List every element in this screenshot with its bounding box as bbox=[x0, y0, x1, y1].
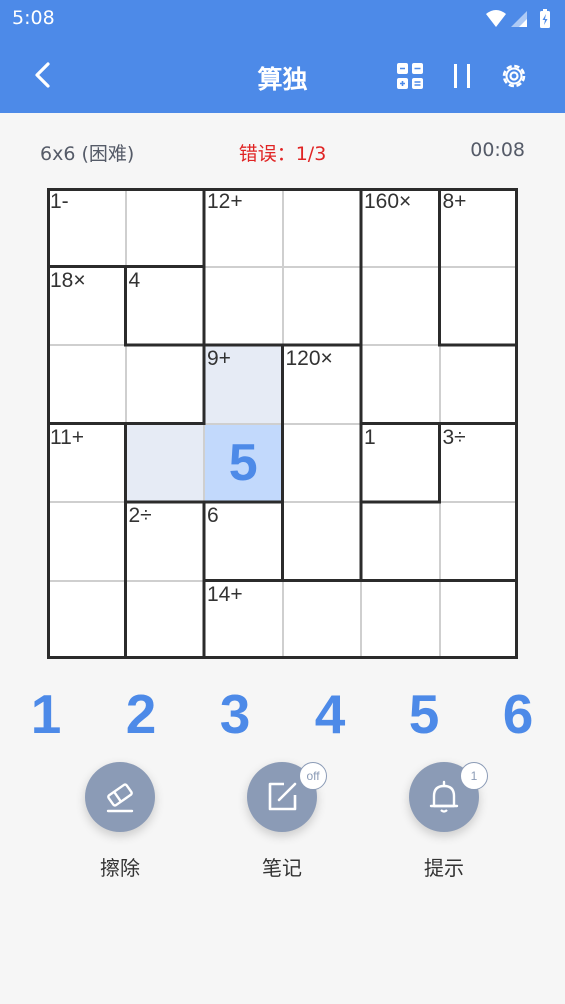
notes-status-badge: off bbox=[299, 762, 327, 790]
cage-clue: 4 bbox=[128, 268, 141, 292]
grid-cell[interactable] bbox=[361, 580, 440, 659]
grid-cell[interactable] bbox=[282, 502, 361, 581]
grid-cell[interactable] bbox=[282, 580, 361, 659]
pause-button[interactable] bbox=[445, 59, 479, 93]
cage-clue: 120× bbox=[285, 347, 333, 370]
grid-cell[interactable] bbox=[361, 345, 440, 424]
grid-cell[interactable]: 12+ bbox=[204, 188, 283, 267]
number-key-4[interactable]: 4 bbox=[300, 682, 360, 746]
notes-label: 笔记 bbox=[262, 856, 302, 880]
bell-icon bbox=[429, 780, 459, 813]
grid-cell[interactable]: 9+ bbox=[204, 345, 283, 424]
grid-cell[interactable]: 160× bbox=[361, 188, 440, 267]
cage-clue: 14+ bbox=[207, 582, 243, 606]
puzzle-grid: 1- 12+ 160× 8+ 18× 4 9+ 120× 11+ 5 1 3÷ 2÷ 6 14+ bbox=[47, 188, 518, 659]
status-icons bbox=[485, 8, 555, 34]
grid-cell[interactable] bbox=[361, 266, 440, 345]
hint-count-badge: 1 bbox=[460, 762, 488, 790]
cage-clue: 6 bbox=[207, 504, 219, 527]
cage-clue: 160× bbox=[364, 190, 412, 213]
grid-cell[interactable] bbox=[439, 266, 518, 345]
status-indicators-icon bbox=[486, 9, 550, 28]
number-key-5[interactable]: 5 bbox=[394, 682, 454, 746]
erase-button[interactable] bbox=[85, 762, 155, 832]
grid-cell[interactable] bbox=[125, 345, 204, 424]
cell-value: 5 bbox=[228, 433, 258, 492]
grid-cell[interactable]: 120× bbox=[282, 345, 361, 424]
cage-clue: 3÷ bbox=[442, 425, 466, 449]
grid-cell[interactable] bbox=[282, 266, 361, 345]
grid-cell[interactable]: 3÷ bbox=[439, 423, 518, 502]
grid-cell[interactable]: 11+ bbox=[47, 423, 126, 502]
number-key-6[interactable]: 6 bbox=[488, 682, 548, 746]
grid-cell[interactable] bbox=[282, 188, 361, 267]
grid-view-icon bbox=[397, 63, 423, 89]
cage-clue: 11+ bbox=[50, 425, 85, 449]
grid-cell[interactable]: 6 bbox=[204, 502, 283, 581]
timer: 00:08 bbox=[470, 139, 525, 161]
cage-clue: 2÷ bbox=[128, 504, 152, 527]
grid-cell[interactable] bbox=[125, 188, 204, 267]
grid-cell[interactable] bbox=[125, 423, 204, 502]
grid-cell[interactable]: 2÷ bbox=[125, 502, 204, 581]
grid-cell[interactable]: 1 bbox=[361, 423, 440, 502]
app-bar: 算独 bbox=[0, 38, 565, 113]
number-key-2[interactable]: 2 bbox=[111, 682, 171, 746]
grid-cell[interactable]: 5 bbox=[204, 423, 283, 502]
number-key-3[interactable]: 3 bbox=[205, 682, 265, 746]
grid-cell[interactable]: 14+ bbox=[204, 580, 283, 659]
status-bar: 5:08 bbox=[0, 0, 565, 38]
grid-cell[interactable] bbox=[125, 580, 204, 659]
hint-label: 提示 bbox=[424, 856, 464, 880]
grid-cell[interactable] bbox=[47, 345, 126, 424]
grid-cell[interactable] bbox=[47, 580, 126, 659]
grid-cell[interactable] bbox=[439, 345, 518, 424]
eraser-icon bbox=[106, 783, 134, 813]
grid-cell[interactable] bbox=[361, 502, 440, 581]
settings-button[interactable] bbox=[497, 59, 531, 93]
pause-icon bbox=[454, 64, 470, 88]
edit-note-icon bbox=[268, 782, 297, 811]
settings-icon bbox=[502, 64, 526, 88]
grid-cell[interactable]: 1- bbox=[47, 188, 126, 267]
grid-view-button[interactable] bbox=[393, 59, 427, 93]
cage-clue: 1 bbox=[364, 425, 376, 449]
grid-cell[interactable] bbox=[282, 423, 361, 502]
grid-cell[interactable] bbox=[439, 502, 518, 581]
grid-cell[interactable] bbox=[204, 266, 283, 345]
grid-cell[interactable]: 4 bbox=[125, 266, 204, 345]
grid-cell[interactable]: 8+ bbox=[439, 188, 518, 267]
grid-cell[interactable] bbox=[439, 580, 518, 659]
status-time: 5:08 bbox=[12, 7, 55, 29]
cage-clue: 8+ bbox=[442, 190, 467, 213]
cage-clue: 9+ bbox=[207, 347, 231, 370]
erase-label: 擦除 bbox=[100, 856, 140, 880]
cage-clue: 12+ bbox=[207, 190, 243, 213]
cage-clue: 18× bbox=[50, 268, 86, 292]
grid-cell[interactable] bbox=[47, 502, 126, 581]
number-key-1[interactable]: 1 bbox=[16, 682, 76, 746]
page-title: 算独 bbox=[257, 65, 308, 94]
grid-cell[interactable]: 18× bbox=[47, 266, 126, 345]
cage-clue: 1- bbox=[50, 190, 69, 213]
